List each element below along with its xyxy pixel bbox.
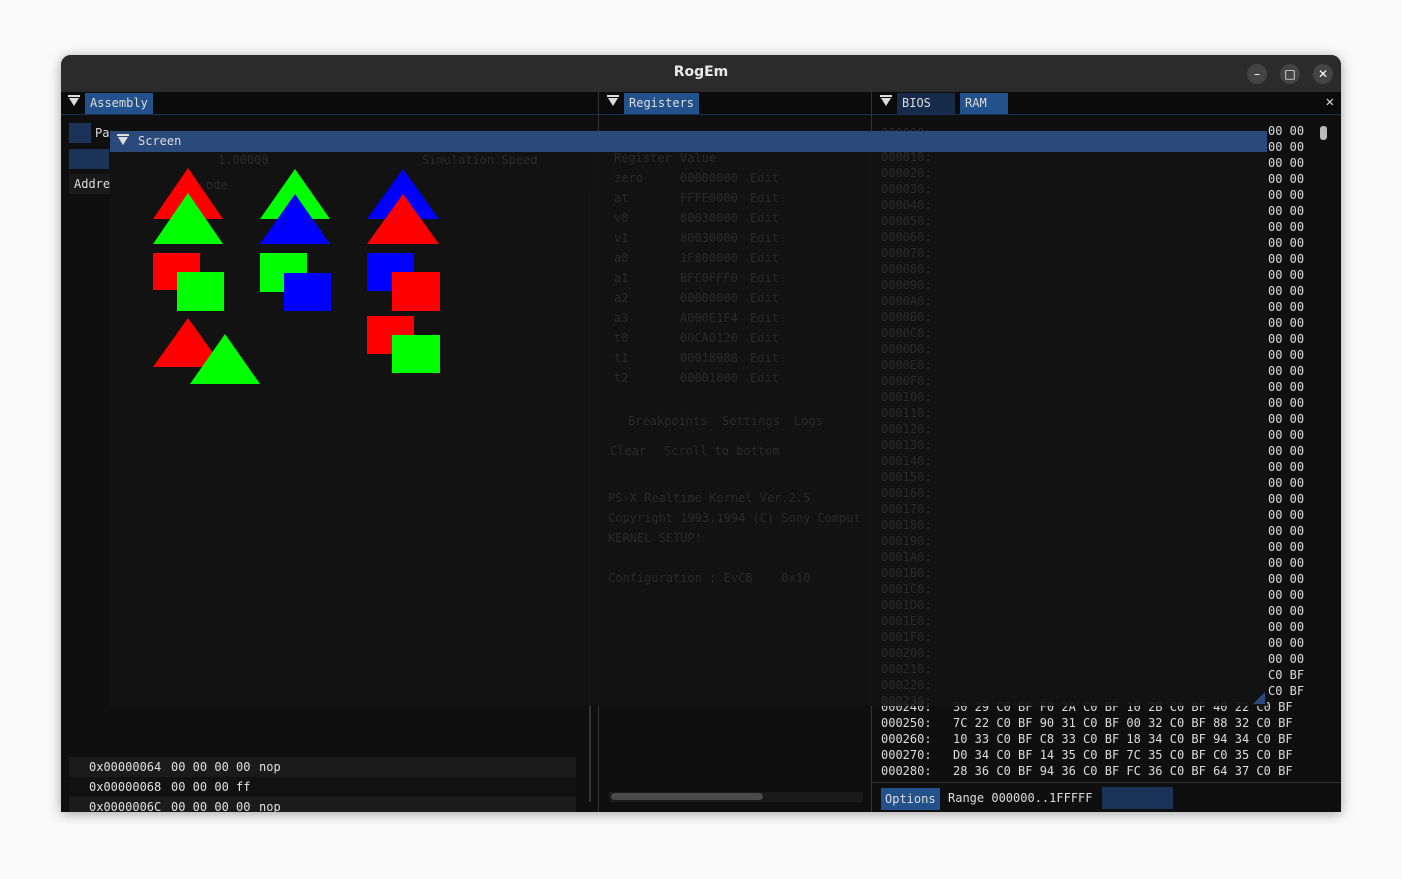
tab-assembly[interactable]: Assembly xyxy=(85,93,153,114)
memory-byte-cell[interactable]: C0 BF xyxy=(1268,683,1304,699)
red-square xyxy=(392,272,440,311)
memory-byte-cell[interactable]: 00 00 xyxy=(1268,539,1304,555)
memory-row[interactable]: 000280: 28 36 C0 BF 94 36 C0 BF FC 36 C0 … xyxy=(881,763,1293,779)
screen-window[interactable]: 1.00000 Simulation Speed ode Register Value z… xyxy=(110,126,1267,708)
pause-button[interactable] xyxy=(69,123,91,143)
address-cell: 0x00000068 xyxy=(89,780,162,794)
close-window-button[interactable]: ✕ xyxy=(1313,64,1333,84)
memory-address: 000270: xyxy=(881,748,932,762)
memory-byte-cell[interactable]: 00 00 xyxy=(1268,475,1304,491)
memory-byte-cell[interactable]: 00 00 xyxy=(1268,219,1304,235)
memory-byte-cell[interactable]: 00 00 xyxy=(1268,331,1304,347)
memory-row[interactable]: 000260: 10 33 C0 BF C8 33 C0 BF 18 34 C0 … xyxy=(881,731,1293,747)
table-row[interactable]: 0x00000064 00 00 00 00 nop xyxy=(69,757,576,778)
tab-bios[interactable]: BIOS xyxy=(897,93,955,114)
memory-byte-cell[interactable]: 00 00 xyxy=(1268,507,1304,523)
memory-bytes: D0 34 C0 BF 14 35 C0 BF 7C 35 C0 BF C0 3… xyxy=(953,748,1293,762)
options-button[interactable]: Options xyxy=(881,788,940,810)
memory-byte-cell[interactable]: 00 00 xyxy=(1268,155,1304,171)
step-button[interactable] xyxy=(69,149,109,169)
memory-footer: Options Range 000000..1FFFFF xyxy=(872,782,1341,812)
emulator-display xyxy=(153,168,440,384)
memory-byte-cell[interactable]: 00 00 xyxy=(1268,347,1304,363)
memory-byte-cell[interactable]: 00 00 xyxy=(1268,635,1304,651)
scrollbar-thumb[interactable] xyxy=(611,793,763,800)
memory-byte-cell[interactable]: 00 00 xyxy=(1268,139,1304,155)
memory-byte-cell[interactable]: 00 00 xyxy=(1268,443,1304,459)
memory-byte-cell[interactable]: 00 00 xyxy=(1268,603,1304,619)
table-row[interactable]: 0x00000068 00 00 00 ff xyxy=(69,777,576,798)
pause-label: Pa xyxy=(95,126,110,140)
close-tab-icon[interactable]: ✕ xyxy=(1326,94,1334,110)
memory-bytes: 10 33 C0 BF C8 33 C0 BF 18 34 C0 BF 94 3… xyxy=(953,732,1293,746)
memory-scrollbar[interactable] xyxy=(1320,126,1327,140)
memory-byte-cell[interactable]: 00 00 xyxy=(1268,283,1304,299)
address-column-header: Addre xyxy=(74,177,111,191)
table-row[interactable]: 0x0000006C 00 00 00 00 nop xyxy=(69,797,576,812)
range-label: Range 000000..1FFFFF xyxy=(948,791,1093,805)
green-square xyxy=(177,272,224,311)
memory-row[interactable]: 000250: 7C 22 C0 BF 90 31 C0 BF 00 32 C0 … xyxy=(881,715,1293,731)
memory-byte-cell[interactable]: 00 00 xyxy=(1268,251,1304,267)
bytes-cell: 00 00 00 00 xyxy=(171,760,251,774)
memory-address: 000280: xyxy=(881,764,932,778)
memory-byte-cell[interactable]: 00 00 xyxy=(1268,267,1304,283)
registers-tabbar: Registers xyxy=(599,92,871,115)
opcode-cell: nop xyxy=(259,800,281,812)
bytes-cell: 00 00 00 ff xyxy=(171,780,251,794)
memory-byte-cell[interactable]: 00 00 xyxy=(1268,587,1304,603)
window-title: RogEm xyxy=(673,64,729,80)
memory-byte-cell[interactable]: 00 00 xyxy=(1268,315,1304,331)
memory-byte-cell[interactable]: 00 00 xyxy=(1268,555,1304,571)
goto-address-input[interactable] xyxy=(1102,787,1173,809)
memory-address: 000250: xyxy=(881,716,932,730)
memory-byte-cell[interactable]: 00 00 xyxy=(1268,619,1304,635)
memory-byte-cell[interactable]: 00 00 xyxy=(1268,379,1304,395)
opcode-cell: nop xyxy=(259,760,281,774)
title-bar: RogEm – □ ✕ xyxy=(61,55,1341,92)
memory-bytes: 28 36 C0 BF 94 36 C0 BF FC 36 C0 BF 64 3… xyxy=(953,764,1293,778)
memory-byte-cell[interactable]: 00 00 xyxy=(1268,187,1304,203)
collapse-icon[interactable] xyxy=(607,95,619,106)
memory-byte-cell[interactable]: 00 00 xyxy=(1268,427,1304,443)
maximize-button[interactable]: □ xyxy=(1280,64,1300,84)
blue-square xyxy=(284,273,331,311)
tab-registers[interactable]: Registers xyxy=(624,93,700,114)
resize-grip-icon[interactable] xyxy=(1253,692,1265,704)
memory-row[interactable]: 000270: D0 34 C0 BF 14 35 C0 BF 7C 35 C0 … xyxy=(881,747,1293,763)
memory-bytes: 7C 22 C0 BF 90 31 C0 BF 00 32 C0 BF 88 3… xyxy=(953,716,1293,730)
memory-byte-cell[interactable]: 00 00 xyxy=(1268,203,1304,219)
memory-byte-cell[interactable]: 00 00 xyxy=(1268,523,1304,539)
green-square xyxy=(392,335,440,373)
minimize-button[interactable]: – xyxy=(1247,64,1267,84)
collapse-icon[interactable] xyxy=(880,95,892,106)
memory-byte-cell[interactable]: 00 00 xyxy=(1268,171,1304,187)
memory-byte-cell[interactable]: 00 00 xyxy=(1268,299,1304,315)
horizontal-scrollbar[interactable] xyxy=(609,792,863,802)
memory-byte-cell[interactable]: C0 BF xyxy=(1268,667,1304,683)
memory-byte-cell[interactable]: 00 00 xyxy=(1268,411,1304,427)
memory-address: 000260: xyxy=(881,732,932,746)
memory-byte-cell[interactable]: 00 00 xyxy=(1268,491,1304,507)
assembly-tabbar: Assembly xyxy=(61,92,598,115)
tab-ram[interactable]: RAM xyxy=(960,93,1008,114)
memory-tabbar: BIOS RAM ✕ xyxy=(872,92,1341,115)
memory-byte-cell[interactable]: 00 00 xyxy=(1268,363,1304,379)
memory-byte-cell[interactable]: 00 00 xyxy=(1268,235,1304,251)
memory-byte-cell[interactable]: 00 00 xyxy=(1268,395,1304,411)
memory-byte-cell[interactable]: 00 00 xyxy=(1268,123,1304,139)
memory-byte-cell[interactable]: 00 00 xyxy=(1268,651,1304,667)
bytes-cell: 00 00 00 00 xyxy=(171,800,251,812)
address-cell: 0x00000064 xyxy=(89,760,162,774)
memory-byte-cell[interactable]: 00 00 xyxy=(1268,459,1304,475)
collapse-icon[interactable] xyxy=(68,95,80,106)
address-cell: 0x0000006C xyxy=(89,800,162,812)
memory-byte-cell[interactable]: 00 00 xyxy=(1268,571,1304,587)
